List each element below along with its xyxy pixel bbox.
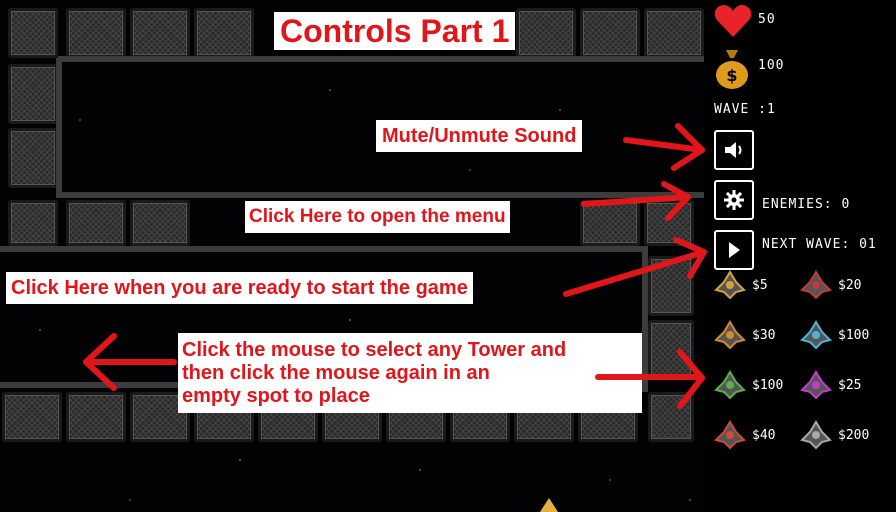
arrow-to-tower-shop [595, 349, 705, 409]
arrow-to-menu-button [581, 181, 691, 221]
tutorial-arrows [83, 123, 707, 409]
arrow-to-map [83, 333, 177, 391]
arrow-to-start-button [563, 237, 707, 297]
arrow-to-mute-button [623, 123, 705, 171]
game-screen: { "hud": { "lives": "50", "money": "100"… [0, 0, 896, 512]
